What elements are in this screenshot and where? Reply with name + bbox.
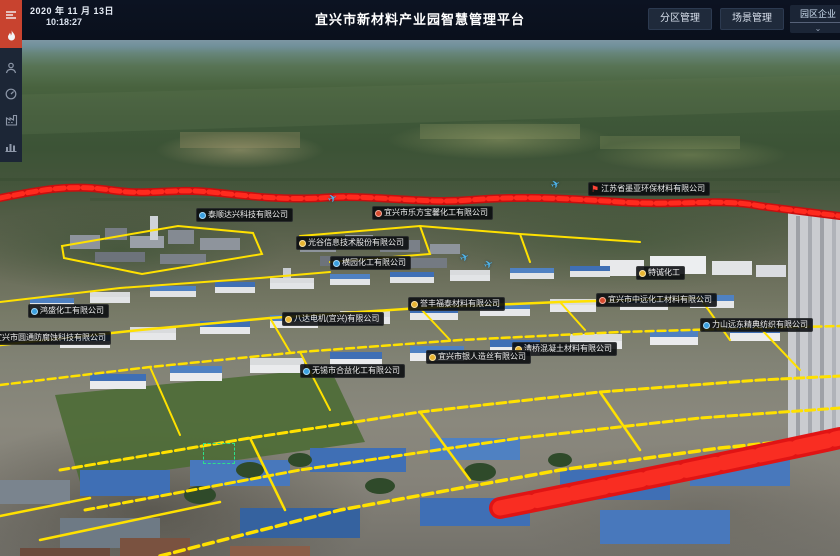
factory-label-text: 宜兴市乐方宝馨化工有限公司 [384, 207, 488, 219]
flag-pin-icon: ⚑ [591, 185, 599, 194]
factory-label[interactable]: 鸿盛化工有限公司 [28, 304, 109, 318]
factory-label-text: 宜兴市中远化工材料有限公司 [608, 294, 712, 306]
page-title: 宜兴市新材料产业园智慧管理平台 [0, 9, 840, 28]
header-bar: 2020 年 11 月 13日 10:18:27 宜兴市新材料产业园智慧管理平台… [0, 0, 840, 40]
park-enterprise-dropdown-label: 园区企业 [790, 6, 840, 22]
factory-label[interactable]: 宜兴市银人造丝有限公司 [426, 350, 531, 364]
user-icon[interactable] [0, 62, 22, 78]
building-pin-icon [639, 270, 646, 277]
factory-label[interactable]: 横园化工有限公司 [330, 256, 411, 270]
factory-label[interactable]: 誉丰福泰材料有限公司 [408, 297, 505, 311]
factory-label[interactable]: 宜兴市圆通防腐蚀科技有限公司 [0, 331, 111, 345]
scene-management-button[interactable]: 场景管理 [720, 8, 784, 30]
field-layer [0, 75, 840, 201]
building-pin-icon [375, 210, 382, 217]
factory-label-text: 鸿盛化工有限公司 [40, 305, 104, 317]
fire-icon[interactable] [0, 30, 22, 46]
chevron-down-icon: ⌄ [790, 22, 840, 33]
factory-label[interactable]: 无锡市合益化工有限公司 [300, 364, 405, 378]
gauge-icon[interactable] [0, 88, 22, 104]
factory-label-text: 宜兴市银人造丝有限公司 [438, 351, 526, 363]
building-pin-icon [285, 316, 292, 323]
factory-label[interactable]: 光谷信息技术股份有限公司 [296, 236, 409, 250]
sidebar [0, 0, 22, 162]
factory-label[interactable]: 宜兴市中远化工材料有限公司 [596, 293, 717, 307]
building-pin-icon [303, 368, 310, 375]
selection-box [203, 443, 235, 464]
factory-icon[interactable] [0, 114, 22, 130]
factory-label-text: 八达电机(宜兴)有限公司 [294, 313, 379, 325]
factory-label-text: 漕桥混凝土材料有限公司 [524, 343, 612, 355]
factory-label-text: 誉丰福泰材料有限公司 [420, 298, 500, 310]
factory-label[interactable]: 宜兴市乐方宝馨化工有限公司 [372, 206, 493, 220]
building-pin-icon [411, 301, 418, 308]
building-pin-icon [429, 354, 436, 361]
building-pin-icon [299, 240, 306, 247]
factory-label[interactable]: 八达电机(宜兴)有限公司 [282, 312, 384, 326]
bar-chart-icon[interactable] [0, 140, 22, 156]
factory-label-text: 泰顺达兴科技有限公司 [208, 209, 288, 221]
park-enterprise-dropdown[interactable]: 园区企业 ⌄ [790, 5, 840, 33]
factory-label-text: 横园化工有限公司 [342, 257, 406, 269]
building-pin-icon [703, 322, 710, 329]
factory-label[interactable]: 力山远东精典纺织有限公司 [700, 318, 813, 332]
factory-label-text: 江苏省墨亚环保材料有限公司 [601, 183, 705, 195]
app-window: ✈ ✈ ✈ ✈ ✈ 泰顺达兴科技有限公司 宜兴市乐方宝馨化工有限公司 光谷信息技… [0, 0, 840, 556]
zone-management-button[interactable]: 分区管理 [648, 8, 712, 30]
factory-label-text: 光谷信息技术股份有限公司 [308, 237, 404, 249]
factory-label[interactable]: 泰顺达兴科技有限公司 [196, 208, 293, 222]
building-pin-icon [199, 212, 206, 219]
factory-label-text: 力山远东精典纺织有限公司 [712, 319, 808, 331]
factory-label[interactable]: 特诚化工 [636, 266, 685, 280]
building-pin-icon [31, 308, 38, 315]
building-pin-icon [333, 260, 340, 267]
factory-label-text: 无锡市合益化工有限公司 [312, 365, 400, 377]
menu-icon[interactable] [0, 9, 22, 25]
factory-label-flagged[interactable]: ⚑江苏省墨亚环保材料有限公司 [588, 182, 710, 196]
building-pin-icon [599, 297, 606, 304]
factory-label-text: 特诚化工 [648, 267, 680, 279]
factory-label-text: 宜兴市圆通防腐蚀科技有限公司 [0, 332, 106, 344]
